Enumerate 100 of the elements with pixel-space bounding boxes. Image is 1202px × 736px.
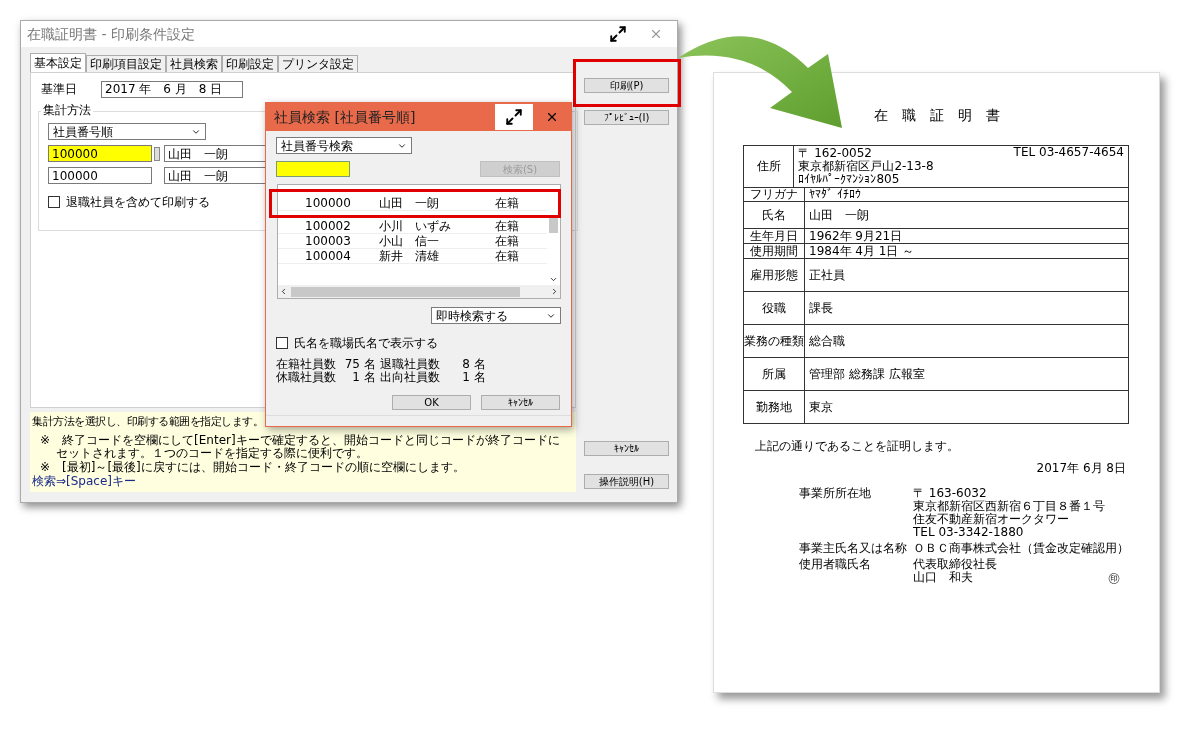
row-label: 所属: [744, 358, 805, 390]
tab[interactable]: 社員検索: [166, 55, 222, 72]
row-value: 〒 162-0052: [798, 147, 873, 160]
expand-icon: [505, 108, 523, 126]
close-icon[interactable]: [649, 27, 663, 41]
row-label: 業務の種類: [744, 325, 805, 357]
dropdown[interactable]: 社員番号順: [48, 123, 206, 140]
dialog-button[interactable]: OK: [392, 395, 471, 410]
stat-unit: 名: [364, 371, 377, 384]
stat-unit: 名: [474, 358, 487, 371]
row-label: 氏名: [744, 202, 805, 228]
row-label: 使用期間: [744, 244, 805, 258]
table-cell-text: 小山 信一: [378, 234, 440, 248]
stat-value: 1: [351, 371, 361, 384]
expand-button[interactable]: [495, 104, 533, 130]
employer-value: 代表取締役社長: [913, 558, 997, 571]
scroll-thumb[interactable]: [291, 286, 520, 297]
code-field[interactable]: 100000: [48, 145, 152, 162]
row-value: 山田 一朗: [809, 208, 869, 222]
stat-label: 在籍社員数: [276, 358, 337, 371]
table-cell-text: 在籍: [494, 196, 520, 210]
scroll-left-icon[interactable]: [279, 287, 288, 296]
employer-label: 事業所所在地: [799, 487, 872, 502]
table-cell-text: 100002: [304, 219, 352, 233]
table-cell-text: 小川 いずみ: [378, 219, 452, 233]
checkbox-label: 氏名を職場氏名で表示する: [294, 336, 438, 350]
expand-icon[interactable]: [609, 25, 627, 43]
stat-unit: 名: [364, 358, 377, 371]
issue-date: 2017年 6月 8日: [1036, 462, 1126, 475]
action-button[interactable]: ｷｬﾝｾﾙ: [584, 441, 669, 456]
scroll-down-icon[interactable]: [549, 275, 558, 284]
stat-value: 75: [343, 358, 361, 371]
close-icon[interactable]: [545, 110, 559, 124]
row-label: 生年月日: [744, 229, 805, 243]
table-cell-text: 100004: [304, 249, 352, 263]
checkbox-label: 退職社員を含めて印刷する: [66, 195, 210, 209]
row-value: 東京: [809, 400, 833, 414]
row-value: 管理部 総務課 広報室: [809, 367, 925, 381]
tab[interactable]: 印刷項目設定: [86, 55, 166, 72]
row-value: 総合職: [809, 334, 845, 348]
table-cell-text: 在籍: [494, 234, 520, 248]
stat-unit: 名: [474, 371, 487, 384]
employer-value: 〒 163-6032: [913, 487, 988, 500]
horizontal-scrollbar[interactable]: [278, 285, 560, 298]
scroll-thumb[interactable]: [549, 217, 558, 233]
checkbox[interactable]: [48, 196, 60, 208]
action-button[interactable]: ﾌﾟﾚﾋﾞｭｰ(I): [584, 110, 669, 125]
table-cell-text: 新井 清雄: [378, 249, 440, 263]
table-cell-text: 100000: [304, 196, 352, 210]
employer-value: ＯＢＣ商事株式会社（賃金改定確認用）: [913, 542, 1129, 555]
employer-value: 山口 和夫: [913, 571, 974, 584]
scroll-right-icon[interactable]: [550, 287, 559, 296]
table-row[interactable]: 100000 山田 一朗 在籍: [278, 196, 547, 211]
table-cell-text: 100003: [304, 234, 352, 248]
stat-label: 退職社員数: [380, 358, 441, 371]
help-text: ※ [最初]～[最後]に戻すには、開始コード・終了コードの順に空欄にします。: [39, 461, 466, 474]
row-value: 課長: [809, 301, 833, 315]
action-button[interactable]: 操作説明(H): [584, 474, 669, 489]
checkbox[interactable]: [276, 337, 288, 349]
dialog-title: 社員検索 [社員番号順]: [274, 107, 417, 127]
table-row[interactable]: 100003 小山 信一 在籍: [278, 234, 547, 249]
window-title: 在職証明書 - 印刷条件設定: [27, 24, 196, 44]
row-label: 雇用形態: [744, 259, 805, 291]
action-button[interactable]: 印刷(P): [584, 78, 669, 93]
table-cell-text: 在籍: [494, 219, 520, 233]
row-value: 東京都新宿区戸山2-13-8: [798, 160, 934, 173]
table-cell-text: 山田 一朗: [378, 196, 440, 210]
seal-mark: ㊞: [1108, 572, 1120, 585]
phone-number: TEL 03-4657-4654: [1013, 146, 1124, 159]
stat-label: 出向社員数: [380, 371, 441, 384]
employer-label: 事業主氏名又は名称: [799, 542, 908, 555]
help-link[interactable]: 検索⇒[Space]キー: [32, 475, 136, 488]
row-value: ﾔﾏﾀﾞ ｲﾁﾛｳ: [809, 188, 861, 201]
code-field[interactable]: 100000: [48, 167, 152, 184]
tab[interactable]: 基本設定: [30, 53, 86, 72]
dropdown[interactable]: 即時検索する: [431, 307, 561, 324]
row-value: ﾛｲﾔﾙﾊﾟｰｸﾏﾝｼｮﾝ805: [798, 173, 901, 186]
help-text: ※ 終了コードを空欄にして[Enter]キーで確定すると、開始コードと同じコードが終了コードにセットされます。１つのコードを指定する際に便利です。: [39, 434, 561, 460]
row-label: 住所: [744, 146, 795, 187]
search-field[interactable]: [276, 161, 350, 177]
row-label: 役職: [744, 292, 805, 324]
field-label: 基準日: [41, 81, 78, 98]
employer-value: TEL 03-3342-1880: [913, 526, 1025, 539]
table-row[interactable]: 100002 小川 いずみ 在籍: [278, 219, 547, 234]
dropdown[interactable]: 社員番号検索: [276, 137, 412, 154]
stat-value: 8: [461, 358, 471, 371]
table-row[interactable]: 100004 新井 清雄 在籍: [278, 249, 547, 264]
statement-text: 上記の通りであることを証明します。: [755, 440, 959, 453]
dialog-button[interactable]: ｷｬﾝｾﾙ: [481, 395, 560, 410]
help-text: 集計方法を選択し、印刷する範囲を指定します。: [32, 415, 263, 428]
tab[interactable]: プリンタ設定: [278, 55, 358, 72]
row-label: フリガナ: [744, 188, 805, 201]
date-field[interactable]: 2017 年 6 月 8 日: [101, 80, 243, 98]
table-cell-text: 在籍: [494, 249, 520, 263]
employer-value: 東京都新宿区西新宿６丁目８番１号: [913, 500, 1105, 513]
tab[interactable]: 印刷設定: [222, 55, 278, 72]
picker-button[interactable]: [154, 146, 160, 161]
stat-value: 1: [461, 371, 471, 384]
row-label: 勤務地: [744, 391, 805, 423]
row-value: 1962年 9月21日: [809, 229, 903, 243]
